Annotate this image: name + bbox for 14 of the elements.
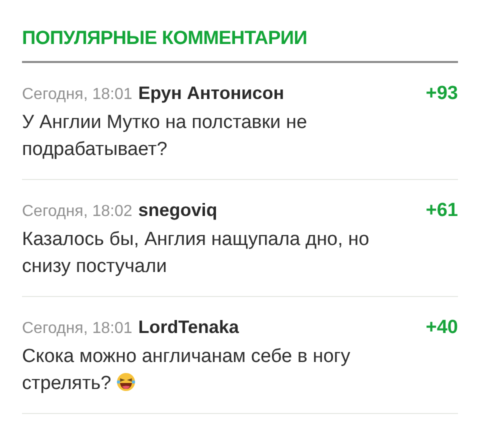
comment-text: У Англии Мутко на полставки не подрабатывает?: [22, 111, 308, 162]
comment-time: Сегодня, 18:02: [22, 203, 132, 221]
comment-text: Казалось бы, Англия нащупала дно, но снизу постучали: [22, 228, 370, 279]
comment-text: Скока можно англичанам себе в ногу стрелять?: [22, 345, 352, 396]
comment-score: +61: [426, 200, 458, 222]
comment-time: Сегодня, 18:01: [22, 86, 132, 104]
comment-author[interactable]: LordTenaka: [138, 317, 239, 338]
laughing-face-icon: [116, 372, 136, 392]
comment-author[interactable]: Ерун Антонисон: [138, 83, 284, 104]
comment-score: +93: [426, 83, 458, 105]
comment-score: +40: [426, 317, 458, 339]
section-title: ПОПУЛЯРНЫЕ КОММЕНТАРИИ: [22, 28, 458, 63]
comment-time: Сегодня, 18:01: [22, 320, 132, 338]
comment-author[interactable]: snegoviq: [138, 200, 218, 221]
